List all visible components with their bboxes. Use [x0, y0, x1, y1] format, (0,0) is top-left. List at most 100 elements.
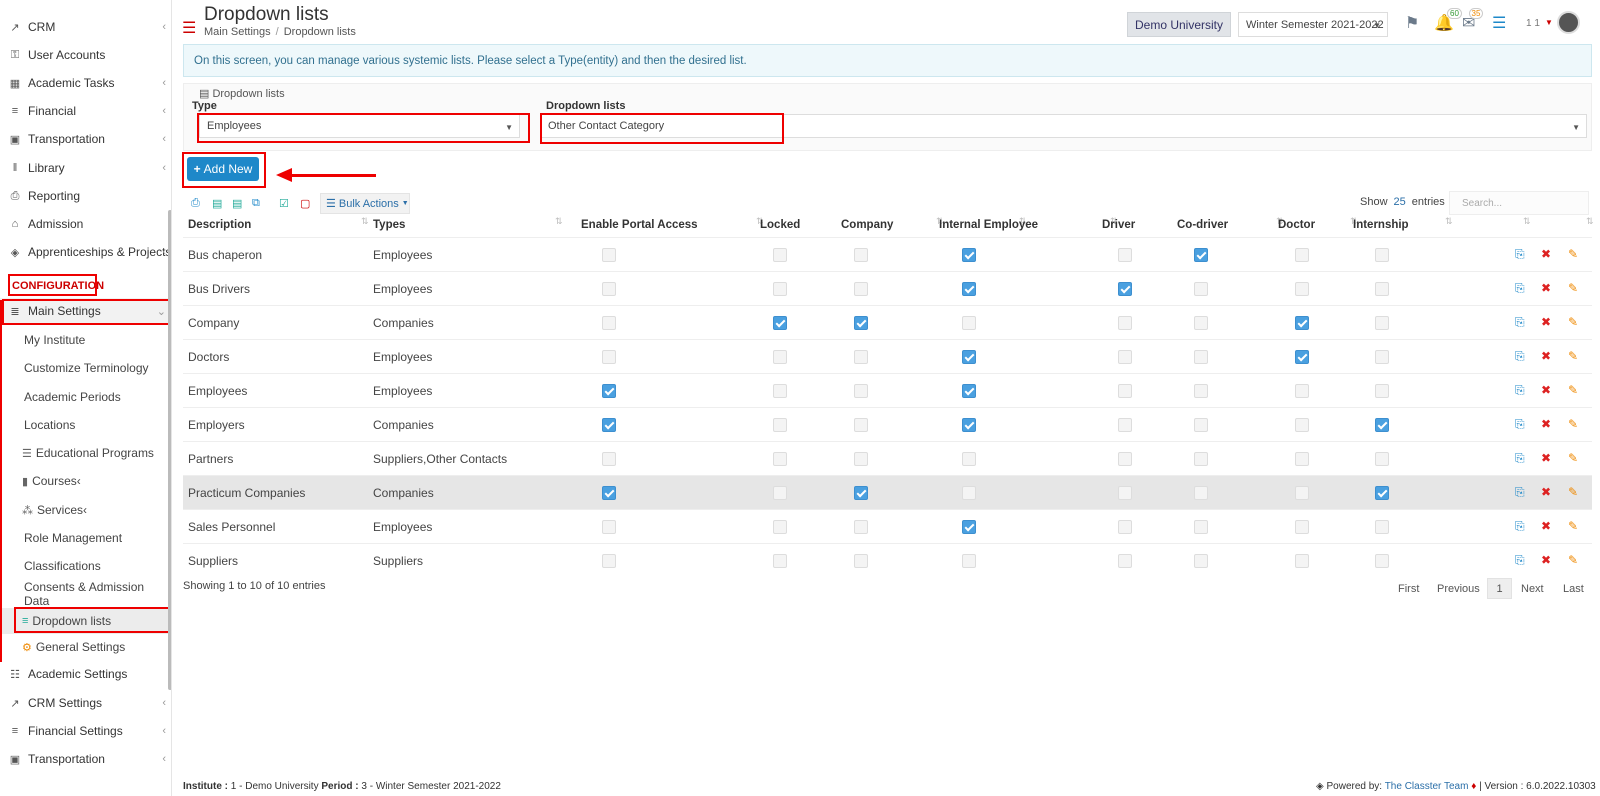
delete-icon[interactable]: ✖	[1541, 349, 1551, 363]
column-header-driver[interactable]: Driver	[1102, 219, 1135, 231]
checkbox-locked[interactable]	[773, 486, 787, 500]
checkbox-locked[interactable]	[773, 418, 787, 432]
checkbox-co-driver[interactable]	[1194, 554, 1208, 568]
delete-icon[interactable]: ✖	[1541, 451, 1551, 465]
checkbox-doctor[interactable]	[1295, 384, 1309, 398]
edit-icon[interactable]: ✎	[1568, 315, 1578, 329]
pager-previous[interactable]: Previous	[1437, 583, 1480, 595]
checkbox-internship[interactable]	[1375, 248, 1389, 262]
copy-icon[interactable]: ⎘	[1515, 349, 1525, 364]
sidebar-sub-my-institute[interactable]: My Institute	[0, 327, 171, 353]
checkbox-co-driver[interactable]	[1194, 316, 1208, 330]
copy-icon[interactable]: ⎘	[1515, 553, 1525, 568]
sort-icon[interactable]: ⇅	[1586, 216, 1594, 227]
checkbox-locked[interactable]	[773, 452, 787, 466]
checkbox-doctor[interactable]	[1295, 418, 1309, 432]
sort-icon[interactable]: ⇅	[361, 216, 369, 227]
mail-icon[interactable]: ✉ 35	[1462, 8, 1484, 33]
checkbox-driver[interactable]	[1118, 316, 1132, 330]
checkbox-driver[interactable]	[1118, 418, 1132, 432]
checkbox-company[interactable]	[854, 486, 868, 500]
sidebar-scrollbar[interactable]	[168, 210, 171, 690]
checkbox-enable-portal-access[interactable]	[602, 418, 616, 432]
sidebar-item-apprenticeships-projects[interactable]: ◈ Apprenticeships & Projects ‹	[0, 239, 171, 265]
semester-select[interactable]: Winter Semester 2021-2022 ▼	[1238, 12, 1388, 37]
sidebar-item-academic-settings-0[interactable]: ☷ Academic Settings	[0, 661, 171, 687]
layers-icon[interactable]: ☰	[1492, 13, 1506, 33]
sidebar-item-user-accounts[interactable]: ⚿ User Accounts	[0, 42, 171, 68]
checkbox-internal-employee[interactable]	[962, 248, 976, 262]
checkbox-internship[interactable]	[1375, 452, 1389, 466]
checkbox-co-driver[interactable]	[1194, 418, 1208, 432]
column-header-doctor[interactable]: Doctor	[1278, 219, 1315, 231]
classter-link[interactable]: The Classter Team	[1385, 781, 1469, 792]
sidebar-item-reporting[interactable]: ⎙ Reporting	[0, 183, 171, 209]
checkbox-driver[interactable]	[1118, 350, 1132, 364]
delete-icon[interactable]: ✖	[1541, 247, 1551, 261]
checkbox-locked[interactable]	[773, 282, 787, 296]
page-size-select[interactable]: 25	[1394, 196, 1406, 208]
sidebar-sub-classifications[interactable]: Classifications	[0, 553, 171, 579]
checkbox-driver[interactable]	[1118, 520, 1132, 534]
flag-icon[interactable]: ⚑	[1405, 13, 1419, 33]
sidebar-item-crm[interactable]: ↗ CRM ‹	[0, 14, 171, 40]
checkbox-doctor[interactable]	[1295, 248, 1309, 262]
user-number[interactable]: 1 1	[1526, 18, 1540, 29]
copy-icon[interactable]: ⎘	[1515, 247, 1525, 262]
edit-icon[interactable]: ✎	[1568, 519, 1578, 533]
edit-icon[interactable]: ✎	[1568, 349, 1578, 363]
checkbox-enable-portal-access[interactable]	[602, 350, 616, 364]
avatar[interactable]	[1557, 11, 1580, 34]
checkbox-co-driver[interactable]	[1194, 282, 1208, 296]
checkbox-internal-employee[interactable]	[962, 486, 976, 500]
checkbox-company[interactable]	[854, 316, 868, 330]
checkbox-driver[interactable]	[1118, 282, 1132, 296]
delete-icon[interactable]: ✖	[1541, 485, 1551, 499]
checkbox-enable-portal-access[interactable]	[602, 384, 616, 398]
edit-icon[interactable]: ✎	[1568, 247, 1578, 261]
checkbox-locked[interactable]	[773, 554, 787, 568]
checkbox-co-driver[interactable]	[1194, 486, 1208, 500]
print-icon[interactable]: ⎙	[191, 197, 200, 210]
copy-icon[interactable]: ⎘	[1515, 417, 1525, 432]
checkbox-doctor[interactable]	[1295, 350, 1309, 364]
checkbox-enable-portal-access[interactable]	[602, 282, 616, 296]
checkbox-internal-employee[interactable]	[962, 384, 976, 398]
checkbox-internal-employee[interactable]	[962, 554, 976, 568]
uncheck-all-icon[interactable]: ▢	[300, 197, 310, 210]
checkbox-co-driver[interactable]	[1194, 350, 1208, 364]
checkbox-co-driver[interactable]	[1194, 248, 1208, 262]
edit-icon[interactable]: ✎	[1568, 485, 1578, 499]
checkbox-driver[interactable]	[1118, 248, 1132, 262]
checkbox-locked[interactable]	[773, 350, 787, 364]
delete-icon[interactable]: ✖	[1541, 315, 1551, 329]
checkbox-doctor[interactable]	[1295, 520, 1309, 534]
delete-icon[interactable]: ✖	[1541, 519, 1551, 533]
sidebar-sub-role-management[interactable]: Role Management	[0, 525, 171, 551]
checkbox-enable-portal-access[interactable]	[602, 520, 616, 534]
checkbox-enable-portal-access[interactable]	[602, 486, 616, 500]
sort-icon[interactable]: ⇅	[1523, 216, 1531, 227]
checkbox-co-driver[interactable]	[1194, 452, 1208, 466]
copy-icon[interactable]: ⎘	[1515, 519, 1525, 534]
checkbox-driver[interactable]	[1118, 554, 1132, 568]
checkbox-company[interactable]	[854, 350, 868, 364]
checkbox-locked[interactable]	[773, 248, 787, 262]
checkbox-company[interactable]	[854, 282, 868, 296]
sidebar-item-transportation[interactable]: ▣ Transportation ‹	[0, 126, 171, 152]
delete-icon[interactable]: ✖	[1541, 281, 1551, 295]
checkbox-locked[interactable]	[773, 316, 787, 330]
edit-icon[interactable]: ✎	[1568, 281, 1578, 295]
checkbox-internal-employee[interactable]	[962, 282, 976, 296]
user-caret-icon[interactable]: ▼	[1545, 18, 1553, 27]
hamburger-menu-icon[interactable]: ☰	[182, 18, 196, 38]
pager-first[interactable]: First	[1398, 583, 1419, 595]
university-button[interactable]: Demo University	[1127, 12, 1231, 37]
sort-icon[interactable]: ⇅	[1445, 216, 1453, 227]
checkbox-company[interactable]	[854, 248, 868, 262]
copy-icon[interactable]: ⎘	[1515, 485, 1525, 500]
column-header-description[interactable]: Description	[188, 219, 251, 231]
edit-icon[interactable]: ✎	[1568, 417, 1578, 431]
copy-icon[interactable]: ⎘	[1515, 383, 1525, 398]
checkbox-internship[interactable]	[1375, 554, 1389, 568]
